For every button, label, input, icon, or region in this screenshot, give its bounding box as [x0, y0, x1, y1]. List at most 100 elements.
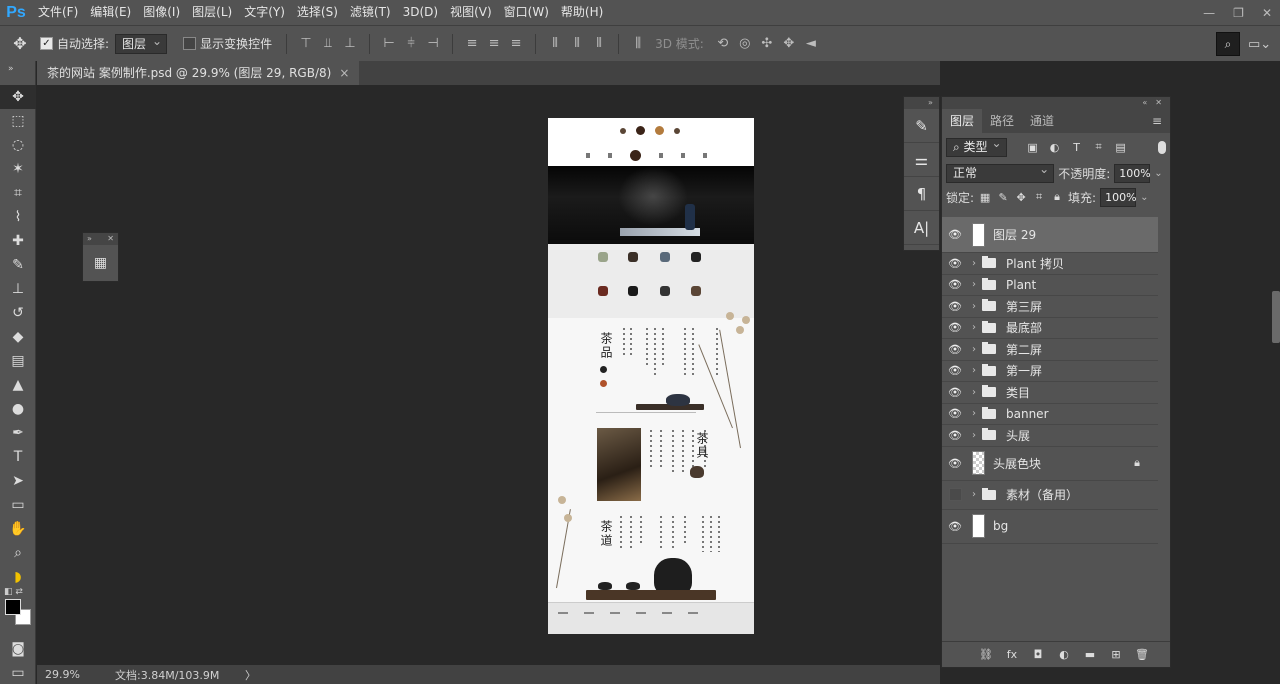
delete-layer-icon[interactable]: 🗑︎: [1134, 647, 1150, 663]
menu-filter[interactable]: 滤镜(T): [344, 0, 397, 25]
lock-position-icon[interactable]: ✥: [1014, 190, 1028, 204]
menu-window[interactable]: 窗口(W): [498, 0, 555, 25]
expand-caret-icon[interactable]: ›: [968, 344, 980, 355]
minimize-icon[interactable]: —: [1203, 6, 1215, 20]
layer-row[interactable]: 👁︎ › 第二屏: [942, 339, 1158, 361]
auto-align-icon[interactable]: ⫼: [627, 33, 649, 55]
3d-slide-icon[interactable]: ✥: [778, 33, 800, 55]
search-icon[interactable]: ⌕: [1216, 32, 1240, 56]
scrollbar-thumb[interactable]: [1272, 291, 1280, 343]
3d-pan-icon[interactable]: ✣: [756, 33, 778, 55]
document-tab[interactable]: 茶的网站 案例制作.psd @ 29.9% (图层 29, RGB/8) ×: [37, 61, 360, 85]
lock-all-icon[interactable]: 🔒︎: [1050, 190, 1064, 204]
expand-caret-icon[interactable]: ›: [968, 430, 980, 441]
type-tool-icon[interactable]: T: [0, 445, 36, 469]
panel-menu-icon[interactable]: ≡: [1152, 109, 1162, 133]
expand-caret-icon[interactable]: ›: [968, 408, 980, 419]
visibility-eye-icon[interactable]: 👁︎: [942, 321, 968, 334]
auto-select-checkbox[interactable]: ✓: [40, 37, 53, 50]
lock-pixels-icon[interactable]: ✎: [996, 190, 1010, 204]
tab-layers[interactable]: 图层: [942, 109, 983, 133]
align-top-icon[interactable]: ⊤: [295, 33, 317, 55]
layer-row[interactable]: 👁︎ › Plant: [942, 275, 1158, 296]
tab-channels[interactable]: 通道: [1022, 109, 1062, 133]
auto-select-dropdown[interactable]: 图层: [115, 32, 168, 54]
quick-mask-icon[interactable]: ◙: [0, 637, 36, 661]
brush-presets-icon[interactable]: ✎: [904, 109, 939, 143]
close-icon[interactable]: ✕: [1155, 97, 1162, 109]
zoom-tool-icon[interactable]: ⌕: [0, 541, 36, 565]
filter-toggle[interactable]: [1158, 140, 1166, 154]
menu-layer[interactable]: 图层(L): [186, 0, 238, 25]
shape-filter-icon[interactable]: ⌗: [1091, 139, 1107, 155]
menu-file[interactable]: 文件(F): [32, 0, 84, 25]
expand-caret-icon[interactable]: ›: [968, 387, 980, 398]
smart-object-filter-icon[interactable]: ▤: [1113, 139, 1129, 155]
paragraph-icon[interactable]: ¶: [904, 177, 939, 211]
new-layer-icon[interactable]: ⊞: [1108, 647, 1124, 663]
filter-kind-select[interactable]: ⌕ 类型: [946, 135, 1007, 157]
canvas-area[interactable]: [37, 85, 940, 665]
hand-tool-icon[interactable]: ✋: [0, 517, 36, 541]
visibility-eye-icon[interactable]: 👁︎: [942, 520, 968, 533]
layer-row[interactable]: › 素材（备用）: [942, 481, 1158, 510]
distribute-left-icon[interactable]: ⦀: [544, 33, 566, 55]
distribute-bottom-icon[interactable]: ≡: [505, 33, 527, 55]
menu-type[interactable]: 文字(Y): [238, 0, 291, 25]
restore-icon[interactable]: ❐: [1233, 6, 1244, 20]
distribute-vcenter-icon[interactable]: ≡: [483, 33, 505, 55]
dodge-tool-icon[interactable]: ●: [0, 397, 36, 421]
menu-view[interactable]: 视图(V): [444, 0, 498, 25]
collapse-icon[interactable]: «: [1142, 97, 1147, 109]
3d-orbit-icon[interactable]: ⟲: [712, 33, 734, 55]
healing-brush-tool-icon[interactable]: ✚: [0, 229, 36, 253]
crop-tool-icon[interactable]: ⌗: [0, 181, 36, 205]
chevron-down-icon[interactable]: ⌄: [1154, 168, 1166, 179]
fx-icon[interactable]: fx: [1004, 647, 1020, 663]
visibility-eye-icon[interactable]: 👁︎: [942, 343, 968, 356]
foreground-color-swatch[interactable]: [5, 599, 21, 615]
marquee-tool-icon[interactable]: ⬚: [0, 109, 36, 133]
properties-icon[interactable]: ▦: [83, 245, 118, 281]
adjustments-icon[interactable]: ⚌: [904, 143, 939, 177]
status-menu-arrow-icon[interactable]: 〉: [245, 667, 256, 683]
document-page[interactable]: 茶品 茶具 茶道: [548, 118, 754, 634]
pen-tool-icon[interactable]: ✒: [0, 421, 36, 445]
zoom-level[interactable]: 29.9%: [37, 668, 97, 681]
visibility-off-icon[interactable]: [942, 488, 968, 501]
tab-close-icon[interactable]: ×: [339, 61, 349, 85]
expand-caret-icon[interactable]: ›: [968, 489, 980, 500]
3d-scale-icon[interactable]: ◄: [800, 33, 822, 55]
layer-row[interactable]: 👁︎ 图层 29: [942, 217, 1158, 253]
expand-caret-icon[interactable]: ›: [968, 322, 980, 333]
menu-image[interactable]: 图像(I): [137, 0, 186, 25]
expand-caret-icon[interactable]: ›: [968, 365, 980, 376]
layer-row[interactable]: 👁︎ 头展色块 🔒︎: [942, 447, 1158, 481]
history-brush-tool-icon[interactable]: ↺: [0, 301, 36, 325]
visibility-eye-icon[interactable]: 👁︎: [942, 228, 968, 241]
workspace-icon[interactable]: ▭⌄: [1248, 37, 1280, 52]
eyedropper-tool-icon[interactable]: ⌇: [0, 205, 36, 229]
menu-select[interactable]: 选择(S): [291, 0, 344, 25]
layer-row[interactable]: 👁︎ › 第三屏: [942, 296, 1158, 318]
lock-transparent-icon[interactable]: ▦: [978, 190, 992, 204]
clone-stamp-tool-icon[interactable]: ⊥: [0, 277, 36, 301]
visibility-eye-icon[interactable]: 👁︎: [942, 278, 968, 291]
gradient-tool-icon[interactable]: ▤: [0, 349, 36, 373]
eraser-tool-icon[interactable]: ◆: [0, 325, 36, 349]
move-tool-preset-icon[interactable]: ✥: [0, 34, 40, 53]
expand-icon[interactable]: »: [87, 233, 92, 245]
magic-wand-tool-icon[interactable]: ✶: [0, 157, 36, 181]
lasso-tool-icon[interactable]: ◌: [0, 133, 36, 157]
distribute-hcenter-icon[interactable]: ⦀: [566, 33, 588, 55]
menu-help[interactable]: 帮助(H): [555, 0, 609, 25]
visibility-eye-icon[interactable]: 👁︎: [942, 429, 968, 442]
character-icon[interactable]: A|: [904, 211, 939, 245]
path-selection-tool-icon[interactable]: ➤: [0, 469, 36, 493]
collapse-icon[interactable]: »: [0, 61, 35, 85]
align-hcenter-icon[interactable]: ⫩: [400, 33, 422, 55]
visibility-eye-icon[interactable]: 👁︎: [942, 386, 968, 399]
3d-roll-icon[interactable]: ◎: [734, 33, 756, 55]
blur-tool-icon[interactable]: ▲: [0, 373, 36, 397]
expand-caret-icon[interactable]: ›: [968, 279, 980, 290]
